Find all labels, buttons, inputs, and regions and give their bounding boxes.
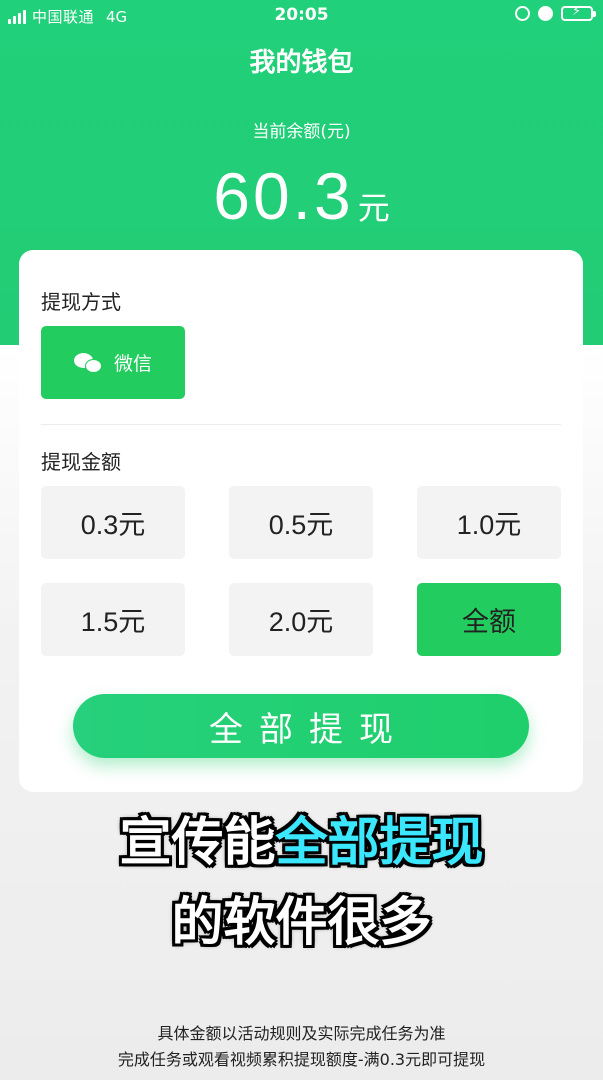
balance-unit: 元 xyxy=(357,189,390,227)
status-right: ⚡ xyxy=(515,4,596,21)
battery-icon: ⚡ xyxy=(561,4,596,21)
withdraw-card: 提现方式 微信 提现金额 0.3元 0.5元 1.0元 1.5元 2.0元 全额… xyxy=(19,250,583,792)
status-bar: 中国联通 4G 20:05 ⚡ xyxy=(0,0,603,32)
caption-line-1-prefix: 宣传能 xyxy=(119,813,276,873)
balance-amount: 60.3 xyxy=(213,159,354,233)
footnote-line-1: 具体金额以活动规则及实际完成任务为准 xyxy=(157,1024,446,1043)
amount-option-0-3[interactable]: 0.3元 xyxy=(41,486,185,559)
wechat-icon xyxy=(73,351,104,375)
section-divider xyxy=(41,424,561,425)
charging-icon: ⚡ xyxy=(572,4,582,19)
caption-line-1-highlight: 全部提现 xyxy=(275,813,484,873)
wechat-method-button[interactable]: 微信 xyxy=(41,326,185,399)
amount-option-1-5[interactable]: 1.5元 xyxy=(41,583,185,656)
withdraw-amount-label: 提现金额 xyxy=(41,450,121,474)
wechat-method-label: 微信 xyxy=(113,353,152,375)
caption-line-1: 宣传能全部提现 xyxy=(0,800,603,875)
balance-display: 60.3 元 xyxy=(0,158,603,234)
amount-option-0-5[interactable]: 0.5元 xyxy=(229,486,373,559)
page-title: 我的钱包 xyxy=(249,48,354,78)
rotation-lock-icon xyxy=(515,6,530,21)
amount-option-2-0[interactable]: 2.0元 xyxy=(229,583,373,656)
caption-line-2: 的软件很多 xyxy=(171,893,432,953)
withdraw-all-button[interactable]: 全部提现 xyxy=(73,694,529,758)
footnote-line-2: 完成任务或观看视频累积提现额度-满0.3元即可提现 xyxy=(117,1050,486,1069)
wallet-page: 中国联通 4G 20:05 ⚡ 我的钱包 当前余额(元) 60.3 元 提现方式 … xyxy=(0,0,603,1080)
amount-option-1-0[interactable]: 1.0元 xyxy=(417,486,561,559)
status-time: 20:05 xyxy=(274,5,329,25)
balance-label: 当前余额(元) xyxy=(252,122,351,142)
amount-option-full[interactable]: 全额 xyxy=(417,583,561,656)
withdraw-method-label: 提现方式 xyxy=(41,290,121,314)
alarm-icon xyxy=(538,6,553,21)
